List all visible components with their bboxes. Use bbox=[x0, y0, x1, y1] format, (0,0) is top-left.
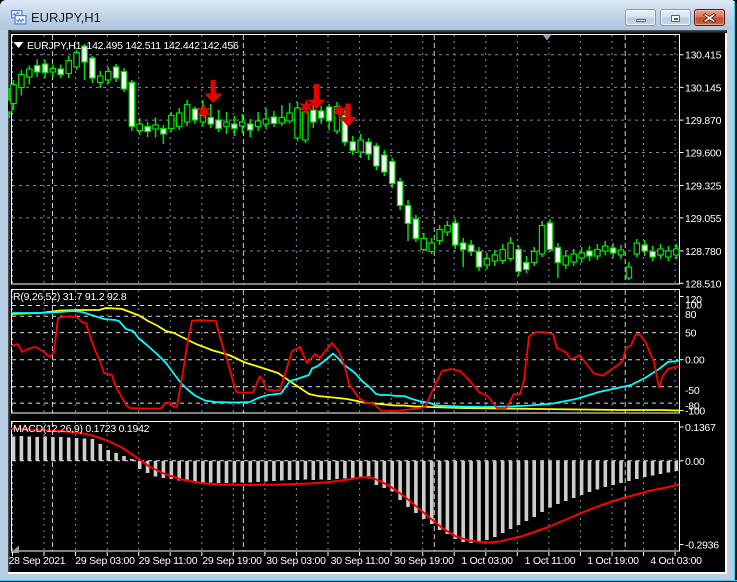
svg-text:29 Sep 03:00: 29 Sep 03:00 bbox=[75, 555, 135, 567]
svg-text:0.1367: 0.1367 bbox=[685, 422, 716, 434]
svg-text:129.055: 129.055 bbox=[685, 213, 722, 225]
svg-text:1 Oct 03:00: 1 Oct 03:00 bbox=[461, 555, 513, 567]
svg-text:80: 80 bbox=[685, 309, 697, 321]
svg-text:0.00: 0.00 bbox=[685, 355, 705, 367]
svg-text:30 Sep 03:00: 30 Sep 03:00 bbox=[266, 555, 326, 567]
svg-text:28 Sep 2021: 28 Sep 2021 bbox=[9, 555, 66, 567]
svg-text:130.145: 130.145 bbox=[685, 82, 722, 94]
svg-text:29 Sep 19:00: 29 Sep 19:00 bbox=[202, 555, 262, 567]
svg-text:0.00: 0.00 bbox=[685, 456, 705, 468]
svg-text:4 Oct 03:00: 4 Oct 03:00 bbox=[650, 555, 702, 567]
svg-text:MACD(12,26,9) 0.1723 0.1942: MACD(12,26,9) 0.1723 0.1942 bbox=[13, 423, 150, 435]
svg-text:1 Oct 11:00: 1 Oct 11:00 bbox=[525, 555, 576, 567]
svg-text:130.415: 130.415 bbox=[685, 50, 722, 62]
svg-text:129.325: 129.325 bbox=[685, 181, 722, 193]
svg-text:R(9,26,52) 31.7 91.2 92.8: R(9,26,52) 31.7 91.2 92.8 bbox=[13, 291, 127, 303]
svg-text:-50: -50 bbox=[685, 385, 700, 397]
svg-text:1 Oct 19:00: 1 Oct 19:00 bbox=[587, 555, 639, 567]
svg-text:128.510: 128.510 bbox=[685, 278, 722, 290]
svg-text:29 Sep 11:00: 29 Sep 11:00 bbox=[139, 555, 198, 567]
svg-text:EURJPY,H1 142.495 142.511 142: EURJPY,H1 142.495 142.511 142.442 142.45… bbox=[27, 40, 239, 52]
svg-text:-0.2936: -0.2936 bbox=[685, 540, 719, 552]
svg-text:129.600: 129.600 bbox=[685, 148, 722, 160]
svg-text:30 Sep 19:00: 30 Sep 19:00 bbox=[394, 555, 454, 567]
svg-text:50: 50 bbox=[685, 328, 697, 340]
svg-text:-100: -100 bbox=[685, 405, 705, 417]
svg-text:128.780: 128.780 bbox=[685, 246, 722, 258]
svg-text:129.870: 129.870 bbox=[685, 115, 722, 127]
svg-text:30 Sep 11:00: 30 Sep 11:00 bbox=[331, 555, 390, 567]
